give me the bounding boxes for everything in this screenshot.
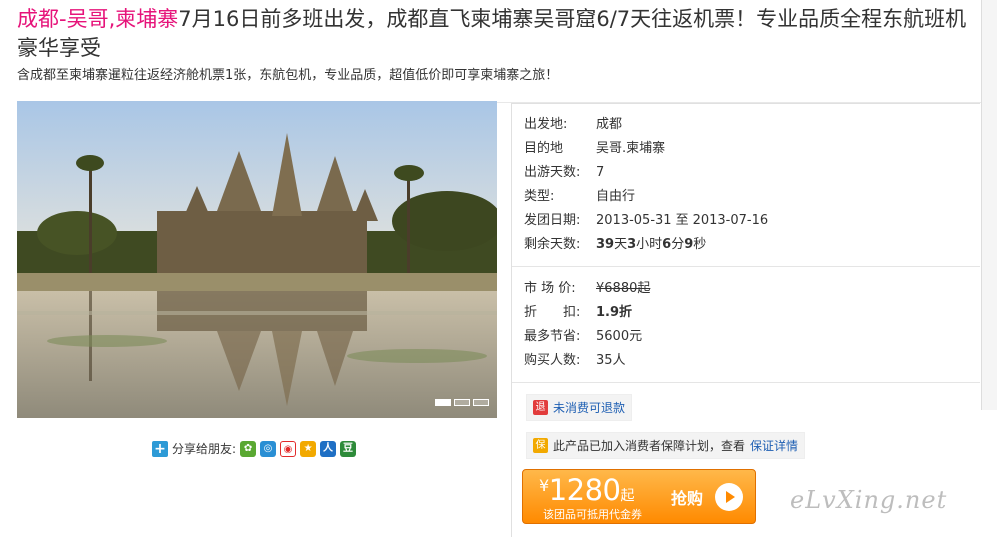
share-bar: + 分享给朋友: ✿ ◎ ◉ ★ 人 豆 — [152, 440, 357, 457]
guarantee-text: 此产品已加入消费者保障计划，查看 — [553, 439, 746, 453]
saving-value: 5600元 — [596, 329, 643, 344]
buyers-value: 35人 — [596, 353, 626, 368]
watermark: eLvXing.net — [790, 486, 948, 514]
deal-title: 成都-吴哥,柬埔寨7月16日前多班出发，成都直飞柬埔寨吴哥窟6/7天往返机票！专… — [17, 5, 982, 63]
remaining-row: 剩余天数: 39天3小时6分9秒 — [524, 233, 768, 257]
scrollbar[interactable] — [981, 0, 997, 410]
destination-value: 吴哥.柬埔寨 — [596, 141, 666, 156]
type-label: 类型: — [524, 189, 555, 204]
refund-badge[interactable]: 退 未消费可退款 — [526, 394, 633, 421]
saving-label: 最多节省: — [524, 329, 581, 344]
guarantee-icon: 保 — [533, 438, 548, 453]
days-value: 7 — [596, 165, 605, 180]
buy-button[interactable]: ¥1280起 该团品可抵用代金券 抢购 — [522, 469, 756, 524]
destination-label: 目的地 — [524, 141, 564, 156]
trip-info: 出发地: 成都 目的地 吴哥.柬埔寨 出游天数: 7 类型: 自由行 发团日期:… — [524, 113, 768, 257]
share-plus-icon[interactable]: + — [152, 440, 168, 457]
type-row: 类型: 自由行 — [524, 185, 768, 209]
slide-dot-2[interactable] — [454, 399, 470, 406]
remaining-label: 剩余天数: — [524, 237, 581, 252]
angkor-wat-image — [17, 101, 497, 418]
share-label: 分享给朋友: — [172, 442, 237, 456]
dates-label: 发团日期: — [524, 213, 581, 228]
renren-icon[interactable]: 人 — [320, 440, 337, 457]
days-label: 出游天数: — [524, 165, 581, 180]
product-photo[interactable] — [17, 101, 497, 418]
refund-text[interactable]: 未消费可退款 — [553, 399, 625, 416]
departure-value: 成都 — [596, 117, 623, 132]
slide-dot-3[interactable] — [473, 399, 489, 406]
buyers-row: 购买人数: 35人 — [524, 349, 650, 373]
discount-label: 折 扣: — [524, 305, 581, 320]
remaining-seconds: 9 — [684, 237, 694, 252]
remaining-days: 39 — [596, 237, 615, 252]
market-price-row: 市 场 价: ¥6880起 — [524, 277, 650, 301]
deal-subtitle: 含成都至柬埔寨暹粒往返经济舱机票1张，东航包机，专业品质，超值低价即可享柬埔寨之… — [17, 68, 559, 83]
remaining-minutes-unit: 分 — [671, 237, 685, 252]
slide-dot-1[interactable] — [435, 399, 451, 406]
star-icon[interactable]: ★ — [300, 440, 317, 457]
title-destination-highlight: 成都-吴哥,柬埔寨 — [17, 7, 179, 31]
qzone-icon[interactable]: ◎ — [260, 440, 277, 457]
buy-button-label[interactable]: 抢购 — [671, 485, 703, 509]
weibo-icon[interactable]: ◉ — [280, 440, 297, 457]
divider — [512, 382, 980, 383]
kaixin-icon[interactable]: ✿ — [240, 440, 257, 457]
date-start: 2013-05-31 — [596, 213, 672, 228]
remaining-hours-unit: 小时 — [636, 237, 663, 252]
saving-row: 最多节省: 5600元 — [524, 325, 650, 349]
buyers-label: 购买人数: — [524, 353, 581, 368]
countdown: 39天3小时6分9秒 — [596, 233, 706, 257]
guarantee-details-link[interactable]: 保证详情 — [750, 437, 798, 454]
discount-row: 折 扣: 1.9折 — [524, 301, 650, 325]
discount-value: 1.9折 — [596, 305, 633, 320]
dates-row: 发团日期: 2013-05-31 至 2013-07-16 — [524, 209, 768, 233]
voucher-note: 该团品可抵用代金券 — [543, 508, 642, 521]
pricing-info: 市 场 价: ¥6880起 折 扣: 1.9折 最多节省: 5600元 购买人数… — [524, 277, 650, 373]
refund-icon: 退 — [533, 400, 548, 415]
remaining-minutes: 6 — [662, 237, 672, 252]
date-end: 2013-07-16 — [692, 213, 769, 228]
arrow-right-icon[interactable] — [715, 483, 743, 511]
remaining-days-unit: 天 — [614, 237, 628, 252]
departure-label: 出发地: — [524, 117, 568, 132]
price-suffix: 起 — [620, 488, 635, 504]
remaining-seconds-unit: 秒 — [693, 237, 707, 252]
market-price-value: ¥6880起 — [596, 281, 651, 296]
douban-icon[interactable]: 豆 — [340, 440, 357, 457]
price-value: 1280 — [548, 473, 621, 507]
destination-row: 目的地 吴哥.柬埔寨 — [524, 137, 768, 161]
departure-row: 出发地: 成都 — [524, 113, 768, 137]
date-to: 至 — [675, 213, 689, 228]
remaining-hours: 3 — [627, 237, 637, 252]
days-row: 出游天数: 7 — [524, 161, 768, 185]
divider — [512, 266, 980, 267]
market-price-label: 市 场 价: — [524, 281, 576, 296]
type-value: 自由行 — [596, 189, 636, 204]
slide-indicators — [435, 399, 489, 406]
price-currency: ¥ — [539, 476, 549, 495]
guarantee-badge: 保 此产品已加入消费者保障计划，查看 保证详情 — [526, 432, 806, 459]
